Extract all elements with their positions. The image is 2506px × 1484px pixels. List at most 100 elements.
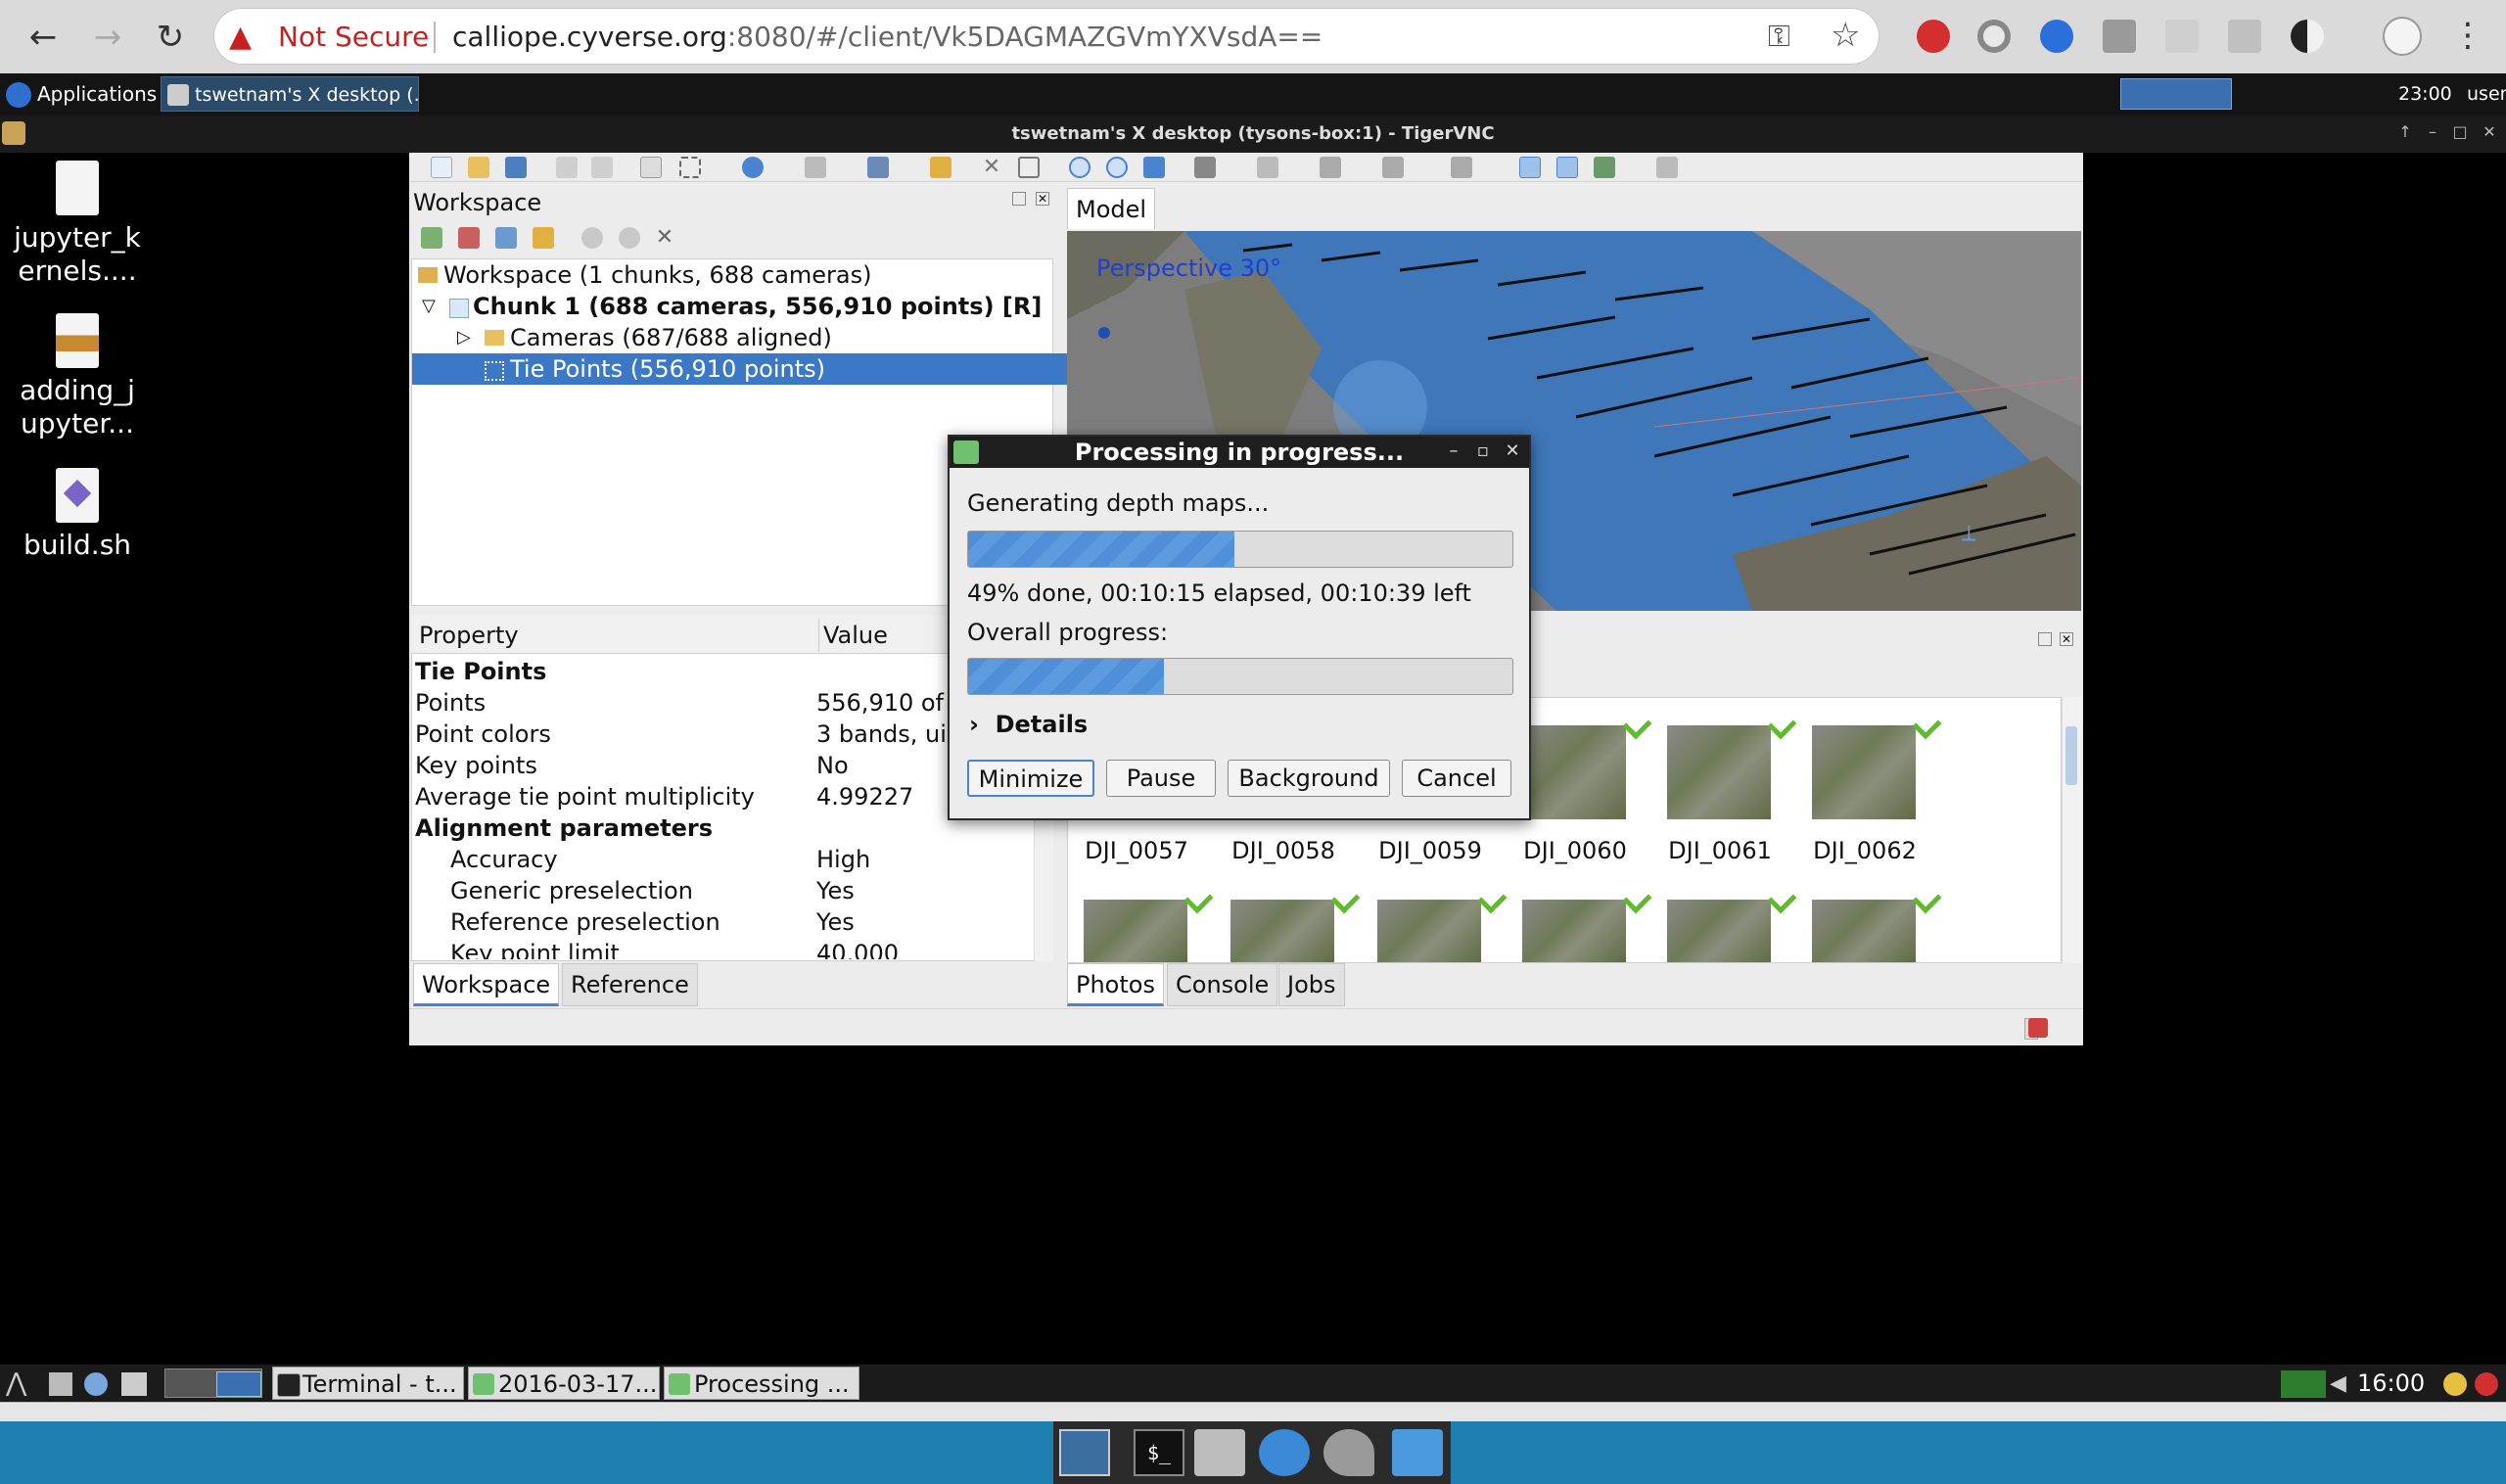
- desktop-icon-adding-jupyter[interactable]: adding_j upyter...: [4, 313, 151, 441]
- volume-icon[interactable]: ◀: [2330, 1370, 2346, 1398]
- tray-vnc-icon[interactable]: [2120, 78, 2232, 110]
- new-icon[interactable]: [431, 157, 452, 178]
- crop-icon[interactable]: [1018, 157, 1040, 178]
- scroll-thumb[interactable]: [2065, 726, 2077, 785]
- photo-thumbnail[interactable]: [1377, 900, 1481, 962]
- dialog-maximize-icon[interactable]: ▫: [1472, 441, 1494, 462]
- dialog-minimize-icon[interactable]: –: [1443, 441, 1464, 462]
- point-cloud-icon[interactable]: [1194, 157, 1216, 178]
- cancel-button[interactable]: Cancel: [1402, 760, 1511, 797]
- photo-thumbnail[interactable]: [1667, 725, 1771, 819]
- blue-extension-icon[interactable]: [2040, 20, 2073, 53]
- photos-close-icon[interactable]: ✕: [2060, 632, 2073, 646]
- tab-reference[interactable]: Reference: [562, 963, 698, 1006]
- forward-icon[interactable]: →: [84, 14, 131, 61]
- contrast-extension-icon[interactable]: [2291, 20, 2324, 53]
- add-photos-icon[interactable]: [458, 227, 480, 249]
- power-icon[interactable]: [2475, 1372, 2498, 1396]
- desktop-icon-jupyter-kernels[interactable]: jupyter_k ernels....: [4, 161, 151, 288]
- circle-extension-icon[interactable]: [1977, 20, 2011, 53]
- profile-avatar[interactable]: [2383, 17, 2422, 56]
- web-browser-dock-icon[interactable]: [1259, 1429, 1310, 1476]
- applications-menu[interactable]: Applications: [2, 76, 157, 112]
- enable-icon[interactable]: [581, 227, 603, 249]
- open-icon[interactable]: [468, 157, 489, 178]
- tree-item-workspace[interactable]: Workspace (1 chunks, 688 cameras): [416, 259, 871, 291]
- photo-thumbnail[interactable]: [1230, 900, 1334, 962]
- collapse-arrow-icon[interactable]: ▽: [422, 291, 436, 322]
- taskbar-terminal[interactable]: Terminal - t...: [272, 1367, 464, 1400]
- url-text[interactable]: calliope.cyverse.org:8080/#/client/Vk5DA…: [452, 18, 1323, 57]
- reset-view-icon[interactable]: [1143, 157, 1165, 178]
- stop-extension-icon[interactable]: [1917, 20, 1950, 53]
- rotate-object-icon[interactable]: [742, 157, 764, 178]
- browser-launcher-icon[interactable]: [84, 1372, 108, 1396]
- photo-thumbnail[interactable]: [1812, 725, 1916, 819]
- notification-icon[interactable]: [2443, 1372, 2467, 1396]
- column-header-value[interactable]: Value: [818, 619, 888, 652]
- grey-extension-icon[interactable]: [2165, 20, 2199, 53]
- photos-scrollbar[interactable]: [2062, 697, 2081, 963]
- add-chunk-icon[interactable]: [421, 227, 442, 249]
- pencil-icon[interactable]: [930, 157, 951, 178]
- photos-float-icon[interactable]: [2038, 632, 2052, 646]
- bookmark-star-icon[interactable]: ☆: [1831, 16, 1860, 55]
- tree-item-cameras[interactable]: ▷ Cameras (687/688 aligned): [457, 322, 832, 353]
- vnc-close-icon[interactable]: ✕: [2479, 121, 2500, 143]
- zoom-out-icon[interactable]: [1106, 157, 1128, 178]
- redo-icon[interactable]: [591, 157, 613, 178]
- show-shapes-icon[interactable]: [1556, 157, 1578, 178]
- tab-console[interactable]: Console: [1167, 963, 1278, 1006]
- photo-thumbnail[interactable]: [1522, 900, 1626, 962]
- tree-item-tie-points[interactable]: Tie Points (556,910 points): [412, 353, 1150, 385]
- photo-thumbnail[interactable]: [1812, 900, 1916, 962]
- horizontal-scrollbar[interactable]: [0, 1402, 2506, 1421]
- folder-dock-icon[interactable]: [1392, 1429, 1443, 1476]
- photo-thumbnail[interactable]: [1667, 900, 1771, 962]
- shaded-model-icon[interactable]: [1320, 157, 1341, 178]
- search-dock-icon[interactable]: [1323, 1429, 1374, 1476]
- remove-icon[interactable]: ✕: [654, 227, 675, 249]
- minimize-button[interactable]: Minimize: [967, 760, 1094, 797]
- desktop-dock-icon[interactable]: [1059, 1429, 1110, 1476]
- reload-icon[interactable]: ↻: [147, 14, 194, 61]
- dense-cloud-icon[interactable]: [1257, 157, 1278, 178]
- security-label[interactable]: Not Secure: [278, 18, 429, 57]
- vnc-minimize-icon[interactable]: –: [2422, 121, 2443, 143]
- show-markers-icon[interactable]: [1519, 157, 1541, 178]
- back-icon[interactable]: ←: [20, 14, 67, 61]
- dialog-close-icon[interactable]: ✕: [1502, 441, 1523, 462]
- desktop-icon-build-sh[interactable]: build.sh: [4, 468, 151, 562]
- tab-jobs[interactable]: Jobs: [1278, 963, 1345, 1006]
- show-region-icon[interactable]: [1594, 157, 1615, 178]
- save-icon[interactable]: [505, 157, 527, 178]
- photo-thumbnail[interactable]: [1522, 725, 1626, 819]
- home-dock-icon[interactable]: [1194, 1429, 1245, 1476]
- undo-icon[interactable]: [556, 157, 578, 178]
- move-object-icon[interactable]: [805, 157, 826, 178]
- vnc-maximize-icon[interactable]: □: [2449, 121, 2471, 143]
- show-grid-icon[interactable]: [1656, 157, 1678, 178]
- pane-close-icon[interactable]: ✕: [1036, 192, 1049, 206]
- user-label[interactable]: user: [2467, 76, 2506, 112]
- terminal-dock-icon[interactable]: $_: [1134, 1429, 1184, 1476]
- delete-selection-icon[interactable]: ✕: [981, 157, 1002, 178]
- details-toggle[interactable]: › Details: [969, 709, 1088, 740]
- files-launcher-icon[interactable]: [49, 1372, 72, 1396]
- pane-float-icon[interactable]: [1012, 192, 1026, 206]
- add-folder-icon[interactable]: [495, 227, 517, 249]
- photo-thumbnail[interactable]: [1084, 900, 1187, 962]
- zoom-in-icon[interactable]: [1069, 157, 1091, 178]
- add-marker-icon[interactable]: [533, 227, 554, 249]
- p-extension-icon[interactable]: [2228, 20, 2261, 53]
- disable-icon[interactable]: [619, 227, 640, 249]
- taskbar-photoscan[interactable]: 2016-03-17...: [468, 1367, 660, 1400]
- error-indicator-icon[interactable]: [2028, 1018, 2048, 1038]
- navigation-icon[interactable]: [640, 157, 662, 178]
- rect-select-icon[interactable]: [679, 157, 701, 178]
- vnc-up-icon[interactable]: ↑: [2394, 121, 2416, 143]
- tab-workspace[interactable]: Workspace: [413, 963, 560, 1006]
- ruler-icon[interactable]: [867, 157, 889, 178]
- key-icon[interactable]: ⚿: [1768, 18, 1790, 57]
- warning-icon[interactable]: ▲: [229, 20, 252, 55]
